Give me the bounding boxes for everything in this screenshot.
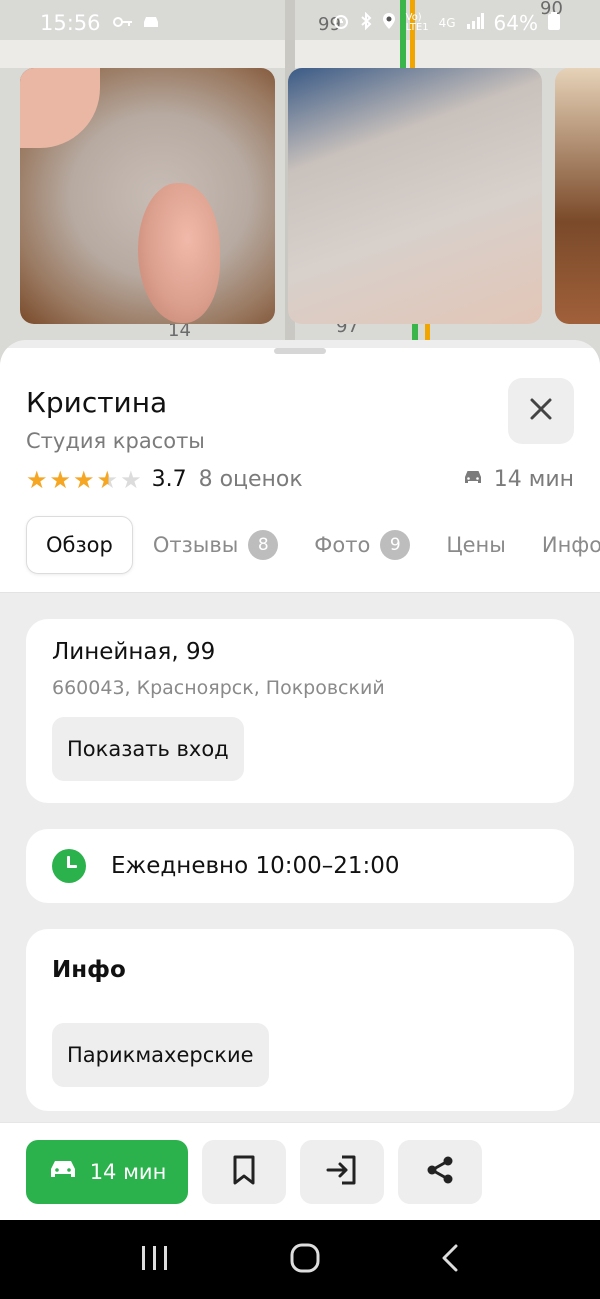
car-icon [462, 467, 484, 492]
reviews-badge: 8 [248, 530, 279, 560]
tab-label: Обзор [46, 533, 113, 557]
network-type: 4G [438, 16, 456, 30]
system-nav-bar [0, 1220, 600, 1299]
hours-card[interactable]: Ежедневно 10:00–21:00 [26, 829, 574, 903]
star-icon: ★ [26, 465, 48, 494]
car-status-icon [141, 14, 161, 33]
tab-label: Инфо [541, 533, 600, 557]
bookmark-button[interactable] [202, 1139, 286, 1204]
star-half-icon: ★ [96, 465, 119, 494]
battery-percent: 64% [493, 11, 538, 35]
info-title: Инфо [52, 957, 126, 983]
action-bar: 14 мин [0, 1122, 600, 1220]
show-entrance-button[interactable]: Показать вход [52, 717, 244, 781]
status-right-icons: Vo) LTE1 4G 64% [332, 11, 560, 35]
photo-ear [138, 183, 220, 323]
address-details: 660043, Красноярск, Покровский [52, 677, 385, 699]
info-card: Инфо Парикмахерские [26, 929, 574, 1111]
bluetooth-icon [360, 11, 372, 34]
photo-1[interactable] [20, 68, 275, 324]
location-icon [382, 12, 396, 34]
place-category: Студия красоты [26, 429, 205, 453]
tab-prices[interactable]: Цены [446, 516, 506, 574]
volte-icon: Vo) LTE1 [405, 12, 429, 33]
share-icon [425, 1155, 455, 1189]
star-icon: ★ [73, 465, 95, 494]
key-icon [112, 14, 133, 33]
photo-hand [20, 68, 100, 148]
route-label: 14 мин [89, 1159, 167, 1184]
tab-label: Отзывы [152, 533, 239, 557]
share-button[interactable] [398, 1139, 482, 1204]
place-card-sheet: Кристина Студия красоты ★ ★ ★ ★ ★ 3.7 8 … [0, 340, 600, 1220]
car-icon [48, 1158, 78, 1185]
status-bar: 15:56 Vo) LTE1 4G 64% [0, 0, 600, 46]
alarm-icon [332, 12, 350, 34]
place-title: Кристина [26, 386, 168, 419]
rating-count[interactable]: 8 оценок [199, 467, 303, 492]
back-icon[interactable] [440, 1243, 460, 1277]
photo-2[interactable] [288, 68, 542, 324]
star-empty-icon: ★ [120, 465, 142, 494]
close-button[interactable] [508, 378, 574, 444]
signal-icon [466, 13, 484, 33]
recent-apps-icon[interactable] [140, 1244, 170, 1276]
clock-icon [52, 849, 86, 883]
tabs: Обзор Отзывы 8 Фото 9 Цены Инфо [0, 492, 600, 574]
tab-label: Цены [446, 533, 506, 557]
address-card[interactable]: Линейная, 99 660043, Красноярск, Покровс… [26, 619, 574, 803]
photo-3[interactable] [555, 68, 600, 324]
rating-value: 3.7 [151, 467, 187, 492]
tab-reviews[interactable]: Отзывы 8 [152, 516, 279, 574]
rating-stars: ★ ★ ★ ★ ★ [26, 468, 142, 492]
close-icon [529, 397, 553, 425]
eta-text: 14 мин [493, 467, 574, 492]
eta[interactable]: 14 мин [462, 467, 574, 492]
tab-info[interactable]: Инфо [542, 516, 600, 574]
sheet-header: Кристина Студия красоты ★ ★ ★ ★ ★ 3.7 8 … [0, 348, 600, 593]
entrance-button[interactable] [300, 1139, 384, 1204]
battery-icon [548, 12, 560, 34]
status-time: 15:56 [40, 11, 101, 35]
status-left-icons [112, 14, 161, 33]
tab-photos[interactable]: Фото 9 [314, 516, 411, 574]
rating-row[interactable]: ★ ★ ★ ★ ★ 3.7 8 оценок 14 мин [0, 453, 600, 492]
bookmark-icon [232, 1155, 256, 1189]
category-chip[interactable]: Парикмахерские [52, 1023, 269, 1087]
entrance-icon [326, 1155, 358, 1189]
star-icon: ★ [49, 465, 72, 494]
tab-label: Фото [314, 533, 371, 557]
hours-text: Ежедневно 10:00–21:00 [111, 853, 400, 879]
photos-badge: 9 [380, 530, 411, 560]
route-button[interactable]: 14 мин [26, 1139, 188, 1204]
home-icon[interactable] [289, 1242, 321, 1278]
address-street: Линейная, 99 [52, 639, 216, 665]
tab-overview[interactable]: Обзор [26, 516, 133, 574]
